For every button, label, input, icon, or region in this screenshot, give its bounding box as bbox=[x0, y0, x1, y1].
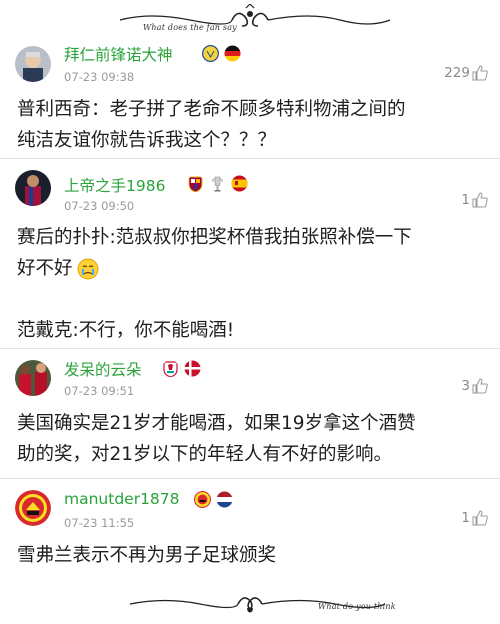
comment-line: 纯洁友谊你就告诉我这个？？？ bbox=[17, 130, 277, 151]
barcelona-crest-icon bbox=[188, 176, 203, 192]
like-count: 229 bbox=[444, 65, 470, 81]
comment-body: 美国确实是21岁才能喝酒，如果19岁拿这个酒赞 助的奖，对21岁以下的年轻人有不… bbox=[17, 408, 486, 470]
crying-face-icon bbox=[77, 258, 99, 279]
comment-line: 助的奖，对21岁以下的年轻人有不好的影响。 bbox=[17, 444, 393, 465]
timestamp: 07-23 09:50 bbox=[64, 199, 135, 213]
avatar[interactable] bbox=[15, 360, 51, 396]
comment-line: 美国确实是21岁才能喝酒，如果19岁拿这个酒赞 bbox=[17, 413, 416, 434]
comment-line: 赛后的扑扑:范叔叔你把奖杯借我拍张照补偿一下 bbox=[17, 227, 412, 248]
spain-flag-icon bbox=[231, 175, 248, 192]
comment-body: 雪弗兰表示不再为男子足球颁奖 bbox=[17, 540, 486, 571]
comment-item: 发呆的云朵 07-23 09:51 3 美国确实是21岁才能喝酒，如果19岁拿这… bbox=[0, 348, 500, 478]
comment-line: 普利西奇：老子拼了老命不顾多特利物浦之间的 bbox=[17, 99, 406, 120]
villarreal-crest-icon bbox=[202, 45, 219, 62]
badge-group bbox=[187, 175, 248, 192]
comment-line: 好不好 bbox=[17, 258, 73, 279]
comment-item: 上帝之手1986 07-23 09:50 1 赛后的扑扑:范叔叔你把奖杯借我拍张… bbox=[0, 158, 500, 348]
thumbs-up-icon bbox=[472, 192, 488, 208]
timestamp: 07-23 11:55 bbox=[64, 516, 135, 530]
footer-caption: What do you think bbox=[318, 602, 396, 611]
username[interactable]: 上帝之手1986 bbox=[64, 174, 165, 196]
avatar[interactable] bbox=[15, 490, 51, 526]
germany-flag-icon bbox=[224, 45, 241, 62]
netherlands-flag-icon bbox=[216, 491, 233, 508]
thumbs-up-icon bbox=[472, 510, 488, 526]
badge-group bbox=[162, 360, 201, 377]
thumbs-up-icon bbox=[472, 378, 488, 394]
username[interactable]: 发呆的云朵 bbox=[64, 358, 142, 380]
timestamp: 07-23 09:38 bbox=[64, 70, 135, 84]
avatar[interactable] bbox=[15, 46, 51, 82]
comment-line bbox=[17, 284, 486, 315]
username[interactable]: 拜仁前锋诺大神 bbox=[64, 43, 173, 65]
header-caption: What does the fan say bbox=[143, 23, 237, 32]
comment-line: 雪弗兰表示不再为男子足球颁奖 bbox=[17, 545, 277, 566]
like-button[interactable]: 1 bbox=[461, 191, 488, 208]
comment-body: 赛后的扑扑:范叔叔你把奖杯借我拍张照补偿一下 好不好 范戴克:不行，你不能喝酒! bbox=[17, 222, 486, 346]
comment-body: 普利西奇：老子拼了老命不顾多特利物浦之间的 纯洁友谊你就告诉我这个？？？ bbox=[17, 94, 486, 156]
like-count: 1 bbox=[461, 510, 470, 526]
like-count: 3 bbox=[461, 378, 470, 394]
trophy-icon bbox=[212, 176, 223, 192]
thumbs-up-icon bbox=[472, 65, 488, 81]
like-count: 1 bbox=[461, 192, 470, 208]
avatar[interactable] bbox=[15, 170, 51, 206]
like-button[interactable]: 229 bbox=[444, 64, 488, 81]
like-button[interactable]: 3 bbox=[461, 377, 488, 394]
username[interactable]: manutder1878 bbox=[64, 490, 180, 508]
badge-group bbox=[194, 491, 233, 508]
badge-group bbox=[202, 45, 241, 62]
comment-line: 范戴克:不行，你不能喝酒! bbox=[17, 320, 235, 341]
swirl-ornament-icon bbox=[129, 597, 386, 613]
denmark-flag-icon bbox=[184, 360, 201, 377]
manutd-crest-icon bbox=[194, 491, 211, 508]
timestamp: 07-23 09:51 bbox=[64, 384, 135, 398]
footer-ornament: What do you think bbox=[0, 588, 500, 620]
like-button[interactable]: 1 bbox=[461, 509, 488, 526]
liverpool-crest-icon bbox=[163, 361, 178, 377]
comment-item: manutder1878 07-23 11:55 1 雪弗兰表示不再为男子足球颁… bbox=[0, 478, 500, 588]
